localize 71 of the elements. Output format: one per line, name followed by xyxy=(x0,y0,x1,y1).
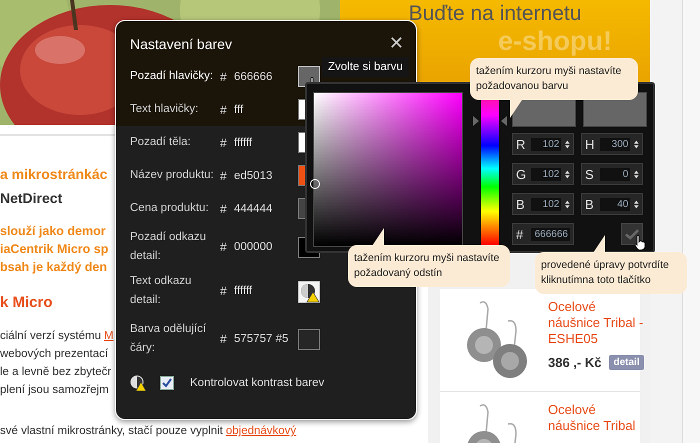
close-button[interactable]: ✕ xyxy=(388,33,404,54)
article-subheading: k Micro xyxy=(0,294,53,311)
hash-sign: # xyxy=(220,168,228,182)
check-icon xyxy=(625,228,639,240)
order-form-link[interactable]: objednávkový xyxy=(226,425,296,437)
hex-field[interactable]: # 666666 xyxy=(512,223,574,245)
hand-cursor-icon xyxy=(634,235,646,251)
confirm-button[interactable] xyxy=(621,223,643,245)
hue-slider-thumb[interactable] xyxy=(473,116,508,126)
spinner-icon[interactable] xyxy=(634,170,640,178)
banner-headline: Buďte na internetu xyxy=(408,2,582,26)
banner-subline: e-shopu! xyxy=(498,26,612,57)
color-swatch[interactable] xyxy=(298,328,320,350)
hash-sign: # xyxy=(220,240,228,254)
spinner-icon[interactable] xyxy=(565,140,570,148)
intro-text: slouží jako demor xyxy=(0,223,106,240)
paragraph-text: své vlastní mikrostránky, stačí pouze vyplnit xyxy=(0,425,223,437)
color-value[interactable]: 575757 #5 xyxy=(234,333,298,345)
hash-sign: # xyxy=(220,284,228,298)
color-value[interactable]: fff xyxy=(234,104,298,116)
hash-sign: # xyxy=(220,202,228,216)
color-value[interactable]: ffffff xyxy=(234,136,298,148)
link[interactable]: M xyxy=(104,330,114,342)
field-label: Pozadí odkazu detail: xyxy=(130,230,208,264)
checkbox[interactable] xyxy=(160,376,174,390)
color-field[interactable]: S 0 xyxy=(581,163,643,185)
hint-tooltip: tažením kurzoru myši nastavíte požadovaný odstín xyxy=(348,228,510,287)
color-field[interactable]: H 300 xyxy=(581,133,643,155)
field-label: Název produktu: xyxy=(130,168,215,183)
spinner-icon[interactable] xyxy=(565,170,570,178)
intro-text: bsah je každý den xyxy=(0,259,107,276)
paragraph-text: plení jsou samozřejm xyxy=(0,384,109,396)
color-value[interactable]: ffffff xyxy=(234,285,298,297)
spinner-icon[interactable] xyxy=(634,200,640,208)
paragraph-text: webových prezentací xyxy=(0,348,108,360)
company-name: NetDirect xyxy=(0,190,62,206)
color-value[interactable]: ed5013 xyxy=(234,170,298,182)
color-field[interactable]: B 40 xyxy=(581,193,643,215)
hash-sign: # xyxy=(220,70,228,84)
dialog-title: Nastavení barev xyxy=(130,36,232,52)
color-field[interactable]: R 102 xyxy=(512,133,574,155)
tooltip: Zvolte si barvu xyxy=(322,57,409,77)
color-value[interactable]: 000000 xyxy=(234,241,298,253)
article-heading: a mikrostránkác xyxy=(0,166,108,182)
field-label: Cena produktu: xyxy=(130,201,210,216)
field-label: Pozadí těla: xyxy=(130,135,192,150)
hint-tooltip: tažením kurzoru myši nastavíte požadovanou barvu xyxy=(470,58,638,118)
color-value[interactable]: 666666 xyxy=(234,70,298,82)
contrast-warning-icon xyxy=(298,280,320,302)
picker-handle[interactable] xyxy=(310,179,320,189)
color-field[interactable]: B 102 xyxy=(512,193,574,215)
paragraph-text: ciální verzí systému xyxy=(0,330,101,342)
check-icon xyxy=(161,377,173,389)
product-name[interactable]: Ocelové náušnice Tribal - ESHE05 xyxy=(548,299,644,347)
intro-text: iaCentrik Micro sp xyxy=(0,241,108,258)
field-label: Pozadí hlavičky: xyxy=(130,69,214,84)
hash-sign: # xyxy=(220,332,228,346)
checkbox-label: Kontrolovat kontrast barev xyxy=(190,377,324,389)
field-label: Text hlavičky: xyxy=(130,102,200,117)
spinner-icon[interactable] xyxy=(634,140,640,148)
field-label: Barva odělující čáry: xyxy=(130,322,208,356)
hash-sign: # xyxy=(220,102,228,116)
color-value[interactable]: 444444 xyxy=(234,202,298,214)
contrast-warning-icon xyxy=(130,375,146,391)
paragraph-text: le a levně bez zbytečr xyxy=(0,366,112,378)
field-label: Text odkazu detail: xyxy=(130,274,192,308)
hash-sign: # xyxy=(220,136,228,150)
saturation-value-area[interactable] xyxy=(313,92,464,247)
product-price: 386 ,- Kč xyxy=(548,355,602,370)
color-field[interactable]: G 102 xyxy=(512,163,574,185)
spinner-icon[interactable] xyxy=(565,200,570,208)
